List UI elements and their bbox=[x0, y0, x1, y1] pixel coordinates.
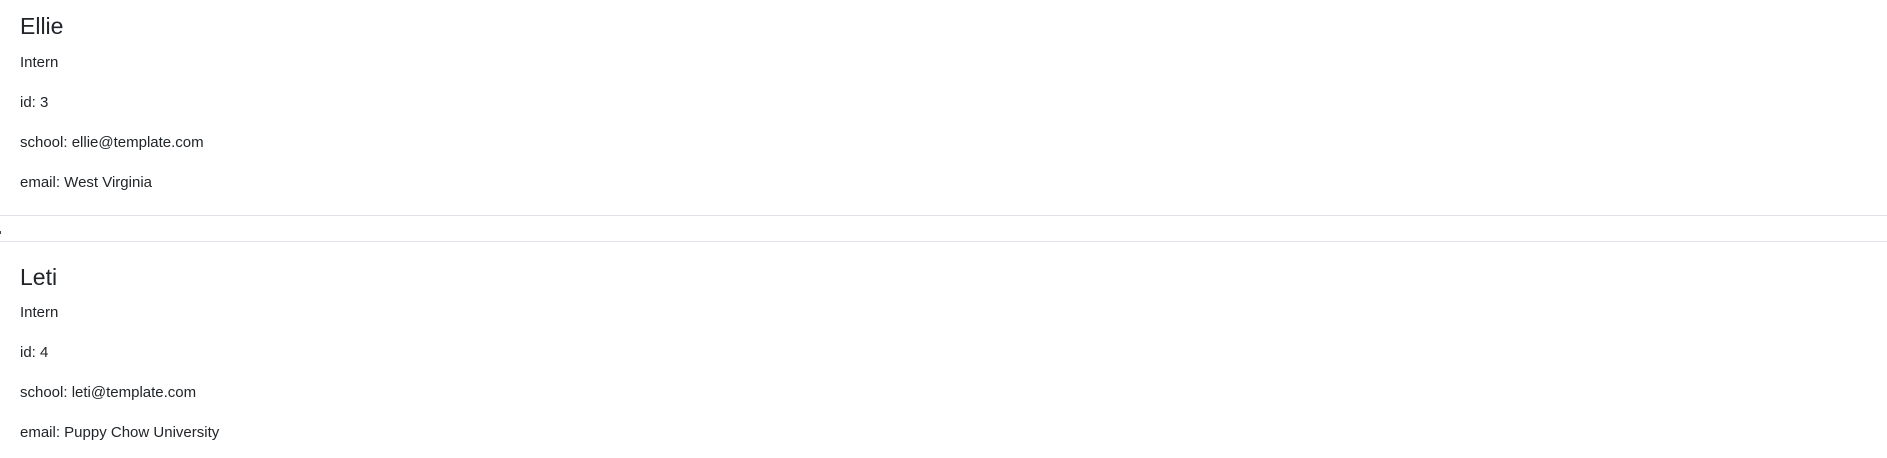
employee-email: email: West Virginia bbox=[20, 174, 152, 191]
employee-role: Intern bbox=[20, 54, 59, 71]
employee-id: id: 4 bbox=[20, 344, 49, 361]
employee-card: Leti Intern id: 4 school: leti@template.… bbox=[0, 241, 1887, 458]
employee-id: id: 3 bbox=[20, 94, 49, 111]
employee-school: school: ellie@template.com bbox=[20, 134, 204, 151]
employee-name: Leti bbox=[20, 264, 58, 290]
employee-school: school: leti@template.com bbox=[20, 384, 197, 401]
divider-mark bbox=[0, 231, 1, 234]
employee-name: Ellie bbox=[20, 13, 64, 39]
employee-role: Intern bbox=[20, 304, 59, 321]
employee-email: email: Puppy Chow University bbox=[20, 424, 220, 441]
employee-card: Ellie Intern id: 3 school: ellie@templat… bbox=[0, 0, 1887, 216]
